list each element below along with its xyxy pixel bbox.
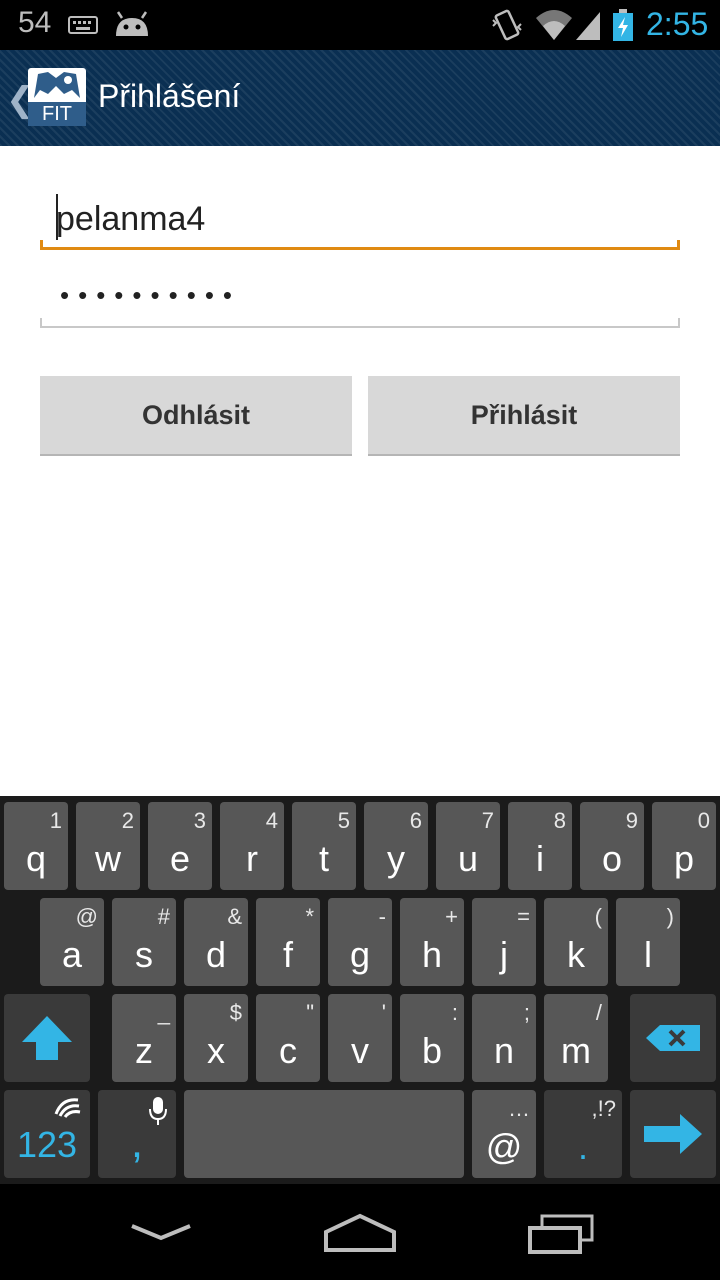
username-underline [40,247,680,250]
key-r[interactable]: 4r [220,802,284,890]
key-f[interactable]: * f [256,898,320,986]
enter-key[interactable] [630,1090,716,1178]
key-e[interactable]: 3e [148,802,212,890]
password-mask: •••••••••• [60,280,242,310]
soft-keyboard: 1q 2w 3e 4r 5t 6y 7u 8i 9o 0p @ a # s & d *… [0,796,720,1184]
notification-count: 54 [18,6,52,39]
key-i[interactable]: 8i [508,802,572,890]
key-l[interactable]: ) l [616,898,680,986]
recent-apps-icon[interactable] [526,1212,598,1256]
key-a[interactable]: @ a [40,898,104,986]
back-chevron-down-icon[interactable] [128,1214,194,1254]
key-y[interactable]: 6y [364,802,428,890]
lion-emblem-icon [34,72,80,98]
comma-key[interactable]: , [98,1090,176,1178]
period-key[interactable]: ,!?. [544,1090,622,1178]
key-g[interactable]: -g [328,898,392,986]
numbers-key[interactable]: 123 [4,1090,90,1178]
username-value: pelanma4 [56,200,206,238]
signal-icon [576,12,600,40]
key-p[interactable]: 0p [652,802,716,890]
battery-charging-icon [613,9,633,41]
action-bar: ❮ FIT Přihlášení [0,50,720,146]
key-j[interactable]: = j [472,898,536,986]
key-u[interactable]: 7u [436,802,500,890]
home-icon[interactable] [322,1212,398,1254]
android-debug-icon [116,11,148,36]
backspace-icon [646,1025,700,1051]
username-field[interactable]: pelanma4 [40,190,680,250]
logout-button[interactable]: Odhlásit [40,376,352,456]
key-o[interactable]: 9o [580,802,644,890]
password-underline [40,326,680,328]
shift-arrow-icon [22,1016,72,1060]
key-t[interactable]: 5t [292,802,356,890]
enter-arrow-icon [644,1114,702,1154]
key-x[interactable]: $ x [184,994,248,1082]
app-logo[interactable]: FIT [28,68,86,126]
keyboard-icon [68,16,98,34]
at-key[interactable]: … @ [472,1090,536,1178]
key-n[interactable]: ; n [472,994,536,1082]
key-v[interactable]: ' v [328,994,392,1082]
key-h[interactable]: + h [400,898,464,986]
key-s[interactable]: # s [112,898,176,986]
spacebar[interactable] [184,1090,464,1178]
key-q[interactable]: 1q [4,802,68,890]
status-bar: 54 2:55 [0,0,720,50]
logo-label: FIT [28,102,86,126]
swiftkey-logo-icon [54,1098,81,1118]
password-field[interactable]: •••••••••• [40,268,680,328]
key-b[interactable]: :b [400,994,464,1082]
key-d[interactable]: & d [184,898,248,986]
key-k[interactable]: (k [544,898,608,986]
navigation-bar [0,1184,720,1280]
clock: 2:55 [646,6,709,42]
wifi-icon [536,10,572,40]
backspace-key[interactable] [630,994,716,1082]
vibrate-icon [492,9,522,41]
login-button[interactable]: Přihlásit [368,376,680,456]
page-title: Přihlášení [98,78,241,114]
key-z[interactable]: _ z [112,994,176,1082]
shift-key[interactable] [4,994,90,1082]
key-c[interactable]: " c [256,994,320,1082]
key-w[interactable]: 2w [76,802,140,890]
key-m[interactable]: / m [544,994,608,1082]
